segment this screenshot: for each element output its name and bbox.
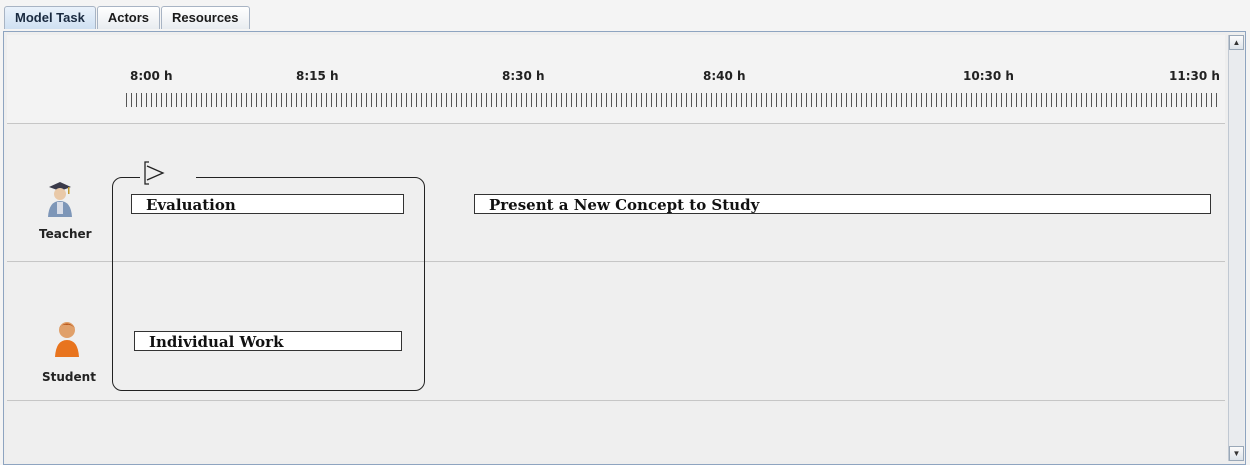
tab-resources[interactable]: Resources <box>161 6 250 29</box>
task-group-boundary[interactable] <box>112 177 425 391</box>
actor-name-teacher: Teacher <box>39 227 92 241</box>
time-label-840: 8:40 h <box>703 69 746 83</box>
task-present-new-concept[interactable]: Present a New Concept to Study <box>474 194 1211 214</box>
model-task-panel: 8:00 h 8:15 h 8:30 h 8:40 h 10:30 h 11:3… <box>3 31 1246 465</box>
group-start-flag-icon[interactable] <box>140 159 196 187</box>
time-label-1130: 11:30 h <box>1169 69 1220 83</box>
vertical-scrollbar[interactable]: ▲ ▼ <box>1228 35 1244 461</box>
scroll-down-button[interactable]: ▼ <box>1229 446 1244 461</box>
student-icon <box>55 322 79 357</box>
teacher-icon <box>48 182 72 217</box>
actor-name-student: Student <box>42 370 96 384</box>
tab-bar: Model Task Actors Resources <box>4 6 251 30</box>
time-label-1030: 10:30 h <box>963 69 1014 83</box>
tab-model-task[interactable]: Model Task <box>4 6 96 29</box>
tab-actors[interactable]: Actors <box>96 6 161 29</box>
timeline-ticks <box>125 93 1221 107</box>
lane-empty <box>7 403 1225 461</box>
time-label-800: 8:00 h <box>130 69 173 83</box>
time-label-830: 8:30 h <box>502 69 545 83</box>
scroll-up-button[interactable]: ▲ <box>1229 35 1244 50</box>
time-label-815: 8:15 h <box>296 69 339 83</box>
timeline-header: 8:00 h 8:15 h 8:30 h 8:40 h 10:30 h 11:3… <box>7 35 1225 124</box>
